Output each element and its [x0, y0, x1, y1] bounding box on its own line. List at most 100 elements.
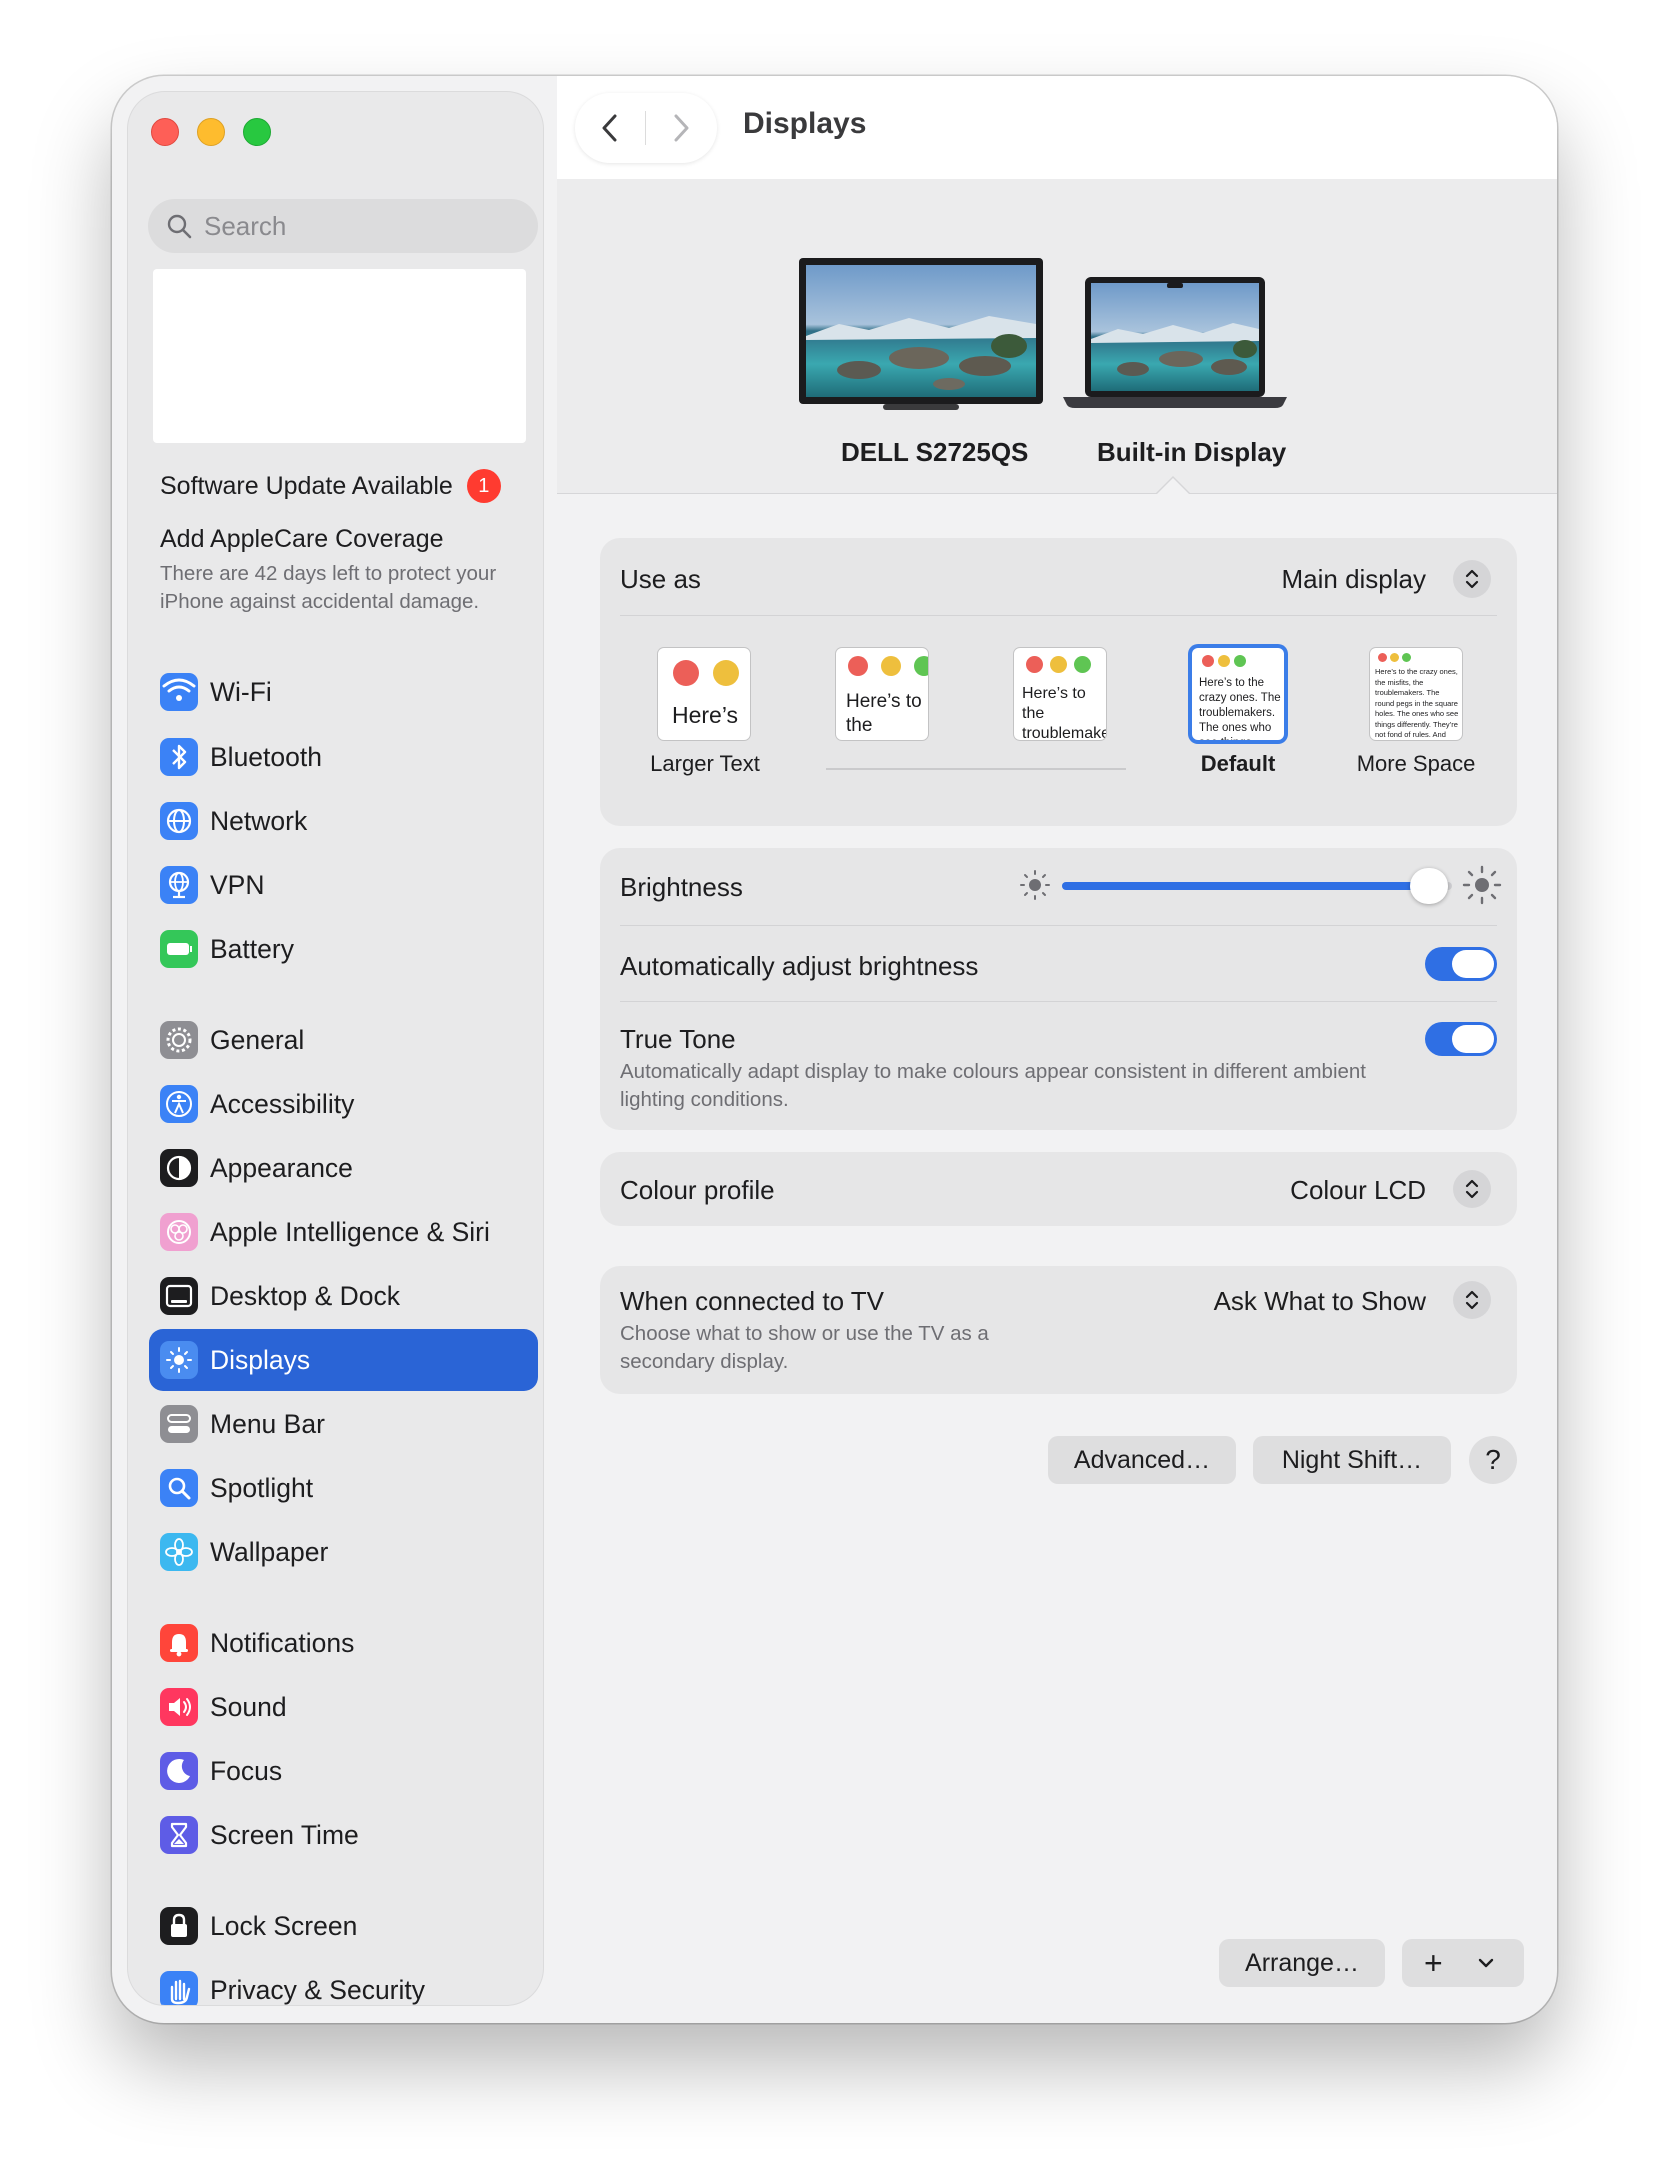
colour-profile-value[interactable]: Colour LCD [1290, 1175, 1426, 1206]
sidebar-item-label: VPN [210, 869, 265, 900]
preview-green-dot [914, 656, 928, 676]
sidebar-item-label: Sound [210, 1691, 287, 1722]
main-pane: Displays DELL S2725QS Built-in Display U… [557, 76, 1557, 2023]
applecare-row[interactable]: Add AppleCare Coverage There are 42 days… [160, 525, 530, 616]
sidebar-item-spotlight[interactable]: Spotlight [149, 1457, 538, 1519]
preview-text: Here’s to the crazy ones, the misfits, t… [1375, 667, 1459, 739]
preview-larger-text: Here’s [658, 648, 750, 740]
sidebar-item-appearance[interactable]: Appearance [149, 1137, 538, 1199]
sidebar-item-focus[interactable]: Focus [149, 1740, 538, 1802]
preview-red-dot [1202, 655, 1214, 667]
battery-icon [160, 930, 198, 968]
sidebar-item-accessibility[interactable]: Accessibility [149, 1073, 538, 1135]
sidebar-item-apple-intelligence-siri[interactable]: Apple Intelligence & Siri [149, 1201, 538, 1263]
close-window-button[interactable] [151, 118, 179, 146]
flower-icon [160, 1533, 198, 1571]
zoom-window-button[interactable] [243, 118, 271, 146]
page-title: Displays [743, 107, 867, 140]
slider-fill [1062, 882, 1429, 890]
brightness-label: Brightness [620, 872, 743, 902]
resolution-label-more-space: More Space [1356, 751, 1476, 776]
speaker-icon [160, 1688, 198, 1726]
sidebar: Software Update Available 1 Add AppleCar… [127, 91, 544, 2006]
software-update-row[interactable]: Software Update Available 1 [160, 467, 530, 505]
sidebar-item-label: Menu Bar [210, 1408, 325, 1439]
account-card[interactable] [153, 269, 526, 443]
sidebar-item-sound[interactable]: Sound [149, 1676, 538, 1738]
sidebar-item-label: Wi-Fi [210, 676, 272, 707]
preview-yellow-dot [1050, 656, 1067, 673]
sidebar-item-label: Displays [210, 1344, 311, 1375]
use-as-value[interactable]: Main display [1281, 564, 1426, 595]
true-tone-description: Automatically adapt display to make colo… [620, 1060, 1367, 1111]
add-display-button[interactable]: + [1402, 1939, 1524, 1987]
preview-green-dot [1234, 655, 1246, 667]
sidebar-item-label: Spotlight [210, 1472, 314, 1503]
search-input[interactable] [202, 209, 526, 243]
arrange-button[interactable]: Arrange… [1219, 1939, 1385, 1987]
search-icon [167, 214, 192, 239]
night-shift-button[interactable]: Night Shift… [1253, 1436, 1451, 1484]
slider-knob[interactable] [1409, 868, 1448, 904]
sidebar-item-wi-fi[interactable]: Wi-Fi [149, 661, 538, 723]
preview-more-space: Here’s to the crazy ones, the misfits, t… [1370, 648, 1462, 740]
sidebar-item-displays[interactable]: Displays [149, 1329, 538, 1391]
back-button[interactable] [575, 93, 645, 163]
sidebar-item-notifications[interactable]: Notifications [149, 1612, 538, 1674]
bluetooth-icon [160, 738, 198, 776]
true-tone-toggle[interactable] [1425, 1022, 1497, 1056]
preview-green-dot [1074, 656, 1091, 673]
true-tone-label: True Tone [620, 1024, 736, 1054]
chevron-right-icon [674, 114, 689, 142]
sidebar-item-vpn[interactable]: VPN [149, 854, 538, 916]
sidebar-item-wallpaper[interactable]: Wallpaper [149, 1521, 538, 1583]
up-down-chevron-icon [1465, 1179, 1479, 1199]
moon-icon [160, 1752, 198, 1790]
sidebar-item-lock-screen[interactable]: Lock Screen [149, 1895, 538, 1957]
toggle-knob [1452, 1025, 1494, 1053]
display-label-builtin[interactable]: Built-in Display [1097, 437, 1286, 468]
sidebar-item-label: General [210, 1024, 305, 1055]
sidebar-item-label: Privacy & Security [210, 1974, 426, 2005]
sidebar-item-screen-time[interactable]: Screen Time [149, 1804, 538, 1866]
display-label-dell[interactable]: DELL S2725QS [841, 437, 1028, 468]
display-dell[interactable] [799, 258, 1043, 413]
use-as-divider [620, 615, 1497, 616]
forward-button[interactable] [646, 93, 716, 163]
advanced-button[interactable]: Advanced… [1048, 1436, 1236, 1484]
sidebar-item-desktop-dock[interactable]: Desktop & Dock [149, 1265, 538, 1327]
display-builtin[interactable] [1063, 277, 1287, 409]
sun-icon [160, 1341, 198, 1379]
sidebar-item-bluetooth[interactable]: Bluetooth [149, 726, 538, 788]
colour-profile-popup-button[interactable] [1453, 1170, 1491, 1208]
tv-popup-button[interactable] [1453, 1281, 1491, 1319]
brightness-slider[interactable] [1062, 868, 1452, 904]
use-as-popup-button[interactable] [1453, 560, 1491, 598]
menubar-icon [160, 1405, 198, 1443]
search-field[interactable] [148, 199, 538, 253]
display-selector: DELL S2725QS Built-in Display [557, 179, 1557, 494]
lock-icon [160, 1907, 198, 1945]
hourglass-icon [160, 1816, 198, 1854]
sidebar-item-general[interactable]: General [149, 1009, 538, 1071]
sidebar-item-battery[interactable]: Battery [149, 918, 538, 980]
preview-yellow-dot [713, 660, 739, 686]
help-button[interactable]: ? [1469, 1436, 1517, 1484]
tv-value[interactable]: Ask What to Show [1214, 1286, 1426, 1317]
minimize-window-button[interactable] [197, 118, 225, 146]
preview-text: Here’s to the troublemakers. The ones wh… [1022, 685, 1106, 740]
sidebar-item-network[interactable]: Network [149, 790, 538, 852]
preview-text: Here’s to the troublemakers [846, 691, 928, 740]
preview-text: Here’s to the crazy ones. The troublemak… [1199, 677, 1281, 740]
resolution-label-default: Default [1200, 751, 1276, 776]
sidebar-item-menu-bar[interactable]: Menu Bar [149, 1393, 538, 1455]
use-as-label: Use as [620, 564, 701, 594]
auto-brightness-toggle[interactable] [1425, 947, 1497, 981]
sidebar-item-privacy-security[interactable]: Privacy & Security [149, 1959, 538, 2005]
preview-yellow-dot [881, 656, 901, 676]
wifi-icon [160, 673, 198, 711]
sidebar-item-label: Focus [210, 1755, 283, 1786]
preview-default: Here’s to the crazy ones. The troublemak… [1192, 648, 1284, 740]
magnifier-icon [160, 1469, 198, 1507]
sidebar-item-label: Desktop & Dock [210, 1280, 400, 1311]
